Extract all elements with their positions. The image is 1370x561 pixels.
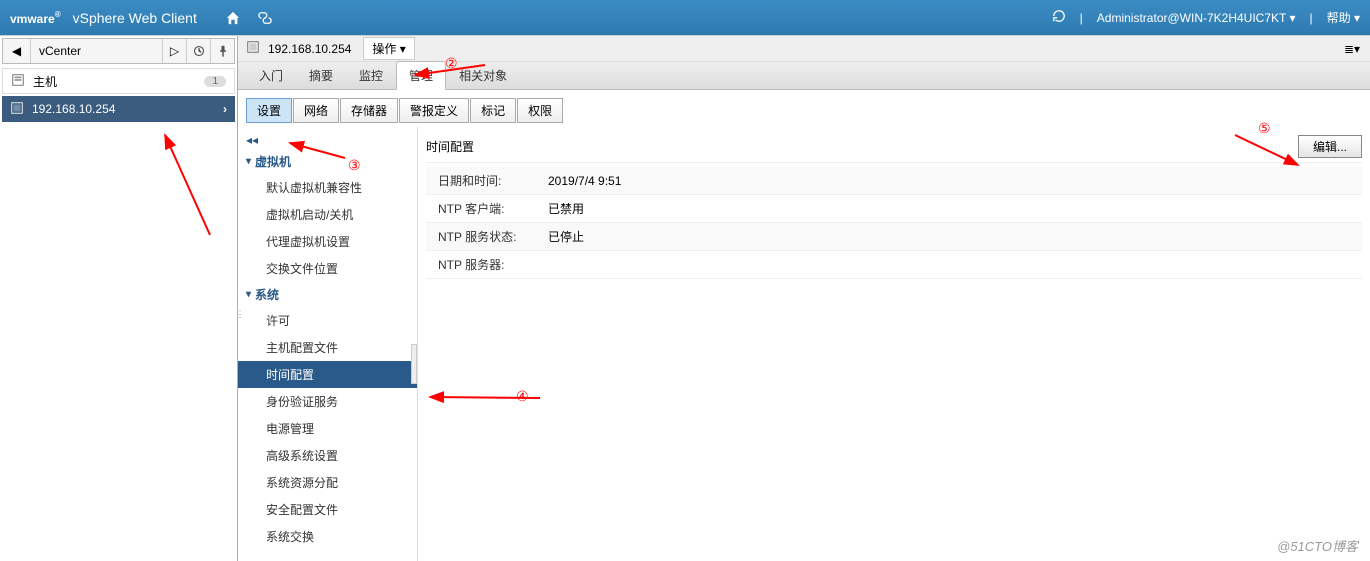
annotation-3: ③ [348, 157, 361, 174]
settings-panel: ◂◂ ▾虚拟机 默认虚拟机兼容性 虚拟机启动/关机 代理虚拟机设置 交换文件位置… [238, 127, 1370, 561]
refresh-icon[interactable] [1052, 9, 1066, 26]
help-menu[interactable]: 帮助 ▾ [1327, 9, 1360, 26]
arrow-down-icon: ▾ [246, 156, 251, 167]
nav-resource-alloc[interactable]: 系统资源分配 [238, 469, 417, 496]
nav-startup[interactable]: 虚拟机启动/关机 [238, 201, 417, 228]
link-icon[interactable] [253, 6, 277, 30]
vmware-logo: vmware® [10, 10, 69, 26]
table-row: 日期和时间: 2019/7/4 9:51 [426, 167, 1362, 195]
navigator-bar: ◀ vCenter ▷ [2, 38, 235, 64]
content-host-ip: 192.168.10.254 [268, 42, 351, 56]
subtab-settings[interactable]: 设置 [246, 98, 292, 123]
sidebar-resize-handle[interactable]: ⋮ [236, 309, 244, 321]
nav-auth-services[interactable]: 身份验证服务 [238, 388, 417, 415]
detail-pane: 时间配置 编辑... 日期和时间: 2019/7/4 9:51 NTP 客户端:… [418, 127, 1370, 561]
annotation-5: ⑤ [1258, 120, 1271, 137]
separator: | [1080, 11, 1083, 25]
table-row: NTP 服务器: [426, 251, 1362, 279]
detail-header: 时间配置 编辑... [426, 131, 1362, 163]
table-row: NTP 服务状态: 已停止 [426, 223, 1362, 251]
arrow-down-icon: ▾ [246, 289, 251, 300]
ntp-client-label: NTP 客户端: [426, 195, 536, 223]
content-header: 192.168.10.254 操作 ▾ ≣▾ [238, 36, 1370, 62]
resize-handle[interactable] [411, 344, 417, 384]
chevron-right-icon: › [223, 102, 227, 116]
tab-monitor[interactable]: 监控 [346, 61, 396, 89]
guide-icon[interactable]: ≣▾ [1342, 39, 1362, 59]
pin-icon[interactable] [210, 39, 234, 63]
subtab-permissions[interactable]: 权限 [517, 98, 563, 123]
annotation-2: ② [445, 55, 458, 72]
ntp-status-value: 已停止 [536, 223, 1362, 251]
separator: | [1310, 11, 1313, 25]
trademark-icon: ® [55, 10, 61, 19]
edit-button[interactable]: 编辑... [1298, 135, 1362, 158]
navigator-context[interactable]: vCenter [31, 44, 162, 58]
nav-time-config[interactable]: 时间配置 [238, 361, 417, 388]
nav-system-swap[interactable]: 系统交换 [238, 523, 417, 550]
user-menu[interactable]: Administrator@WIN-7K2H4UIC7KT ▾ [1097, 11, 1296, 25]
actions-dropdown[interactable]: 操作 ▾ [363, 37, 414, 60]
annotation-4: ④ [516, 388, 529, 405]
hosts-item[interactable]: 主机 1 [2, 68, 235, 94]
subtab-alarm[interactable]: 警报定义 [399, 98, 469, 123]
nav-agent[interactable]: 代理虚拟机设置 [238, 228, 417, 255]
detail-title: 时间配置 [426, 138, 474, 155]
host-count-badge: 1 [204, 76, 226, 87]
home-icon[interactable] [221, 6, 245, 30]
left-sidebar: ◀ vCenter ▷ 主机 1 192.168.10.254 › [0, 36, 238, 561]
host-ip-label: 192.168.10.254 [32, 102, 115, 116]
product-name: vSphere Web Client [73, 10, 197, 26]
forward-button[interactable]: ▷ [162, 39, 186, 63]
tab-manage[interactable]: 管理 [396, 61, 446, 90]
time-config-table: 日期和时间: 2019/7/4 9:51 NTP 客户端: 已禁用 NTP 服务… [426, 167, 1362, 279]
server-icon [10, 101, 26, 118]
ntp-status-label: NTP 服务状态: [426, 223, 536, 251]
table-row: NTP 客户端: 已禁用 [426, 195, 1362, 223]
subtab-tags[interactable]: 标记 [470, 98, 516, 123]
subtab-networking[interactable]: 网络 [293, 98, 339, 123]
header-right: | Administrator@WIN-7K2H4UIC7KT ▾ | 帮助 ▾ [1052, 9, 1360, 26]
sub-tabs: 设置 网络 存储器 警报定义 标记 权限 [238, 90, 1370, 127]
ntp-servers-label: NTP 服务器: [426, 251, 536, 279]
app-header: vmware® vSphere Web Client | Administrat… [0, 0, 1370, 35]
nav-default-compat[interactable]: 默认虚拟机兼容性 [238, 174, 417, 201]
server-icon [246, 40, 262, 57]
main-tabs: 入门 摘要 监控 管理 相关对象 [238, 62, 1370, 90]
collapse-icon[interactable]: ◂◂ [238, 131, 417, 149]
tab-summary[interactable]: 摘要 [296, 61, 346, 89]
history-icon[interactable] [186, 39, 210, 63]
nav-power-mgmt[interactable]: 电源管理 [238, 415, 417, 442]
nav-group-system[interactable]: ▾系统 [238, 282, 417, 307]
nav-group-vm[interactable]: ▾虚拟机 [238, 149, 417, 174]
watermark: @51CTO博客 [1277, 536, 1358, 555]
nav-advanced[interactable]: 高级系统设置 [238, 442, 417, 469]
nav-swap[interactable]: 交换文件位置 [238, 255, 417, 282]
nav-host-profile[interactable]: 主机配置文件 [238, 334, 417, 361]
tab-getting-started[interactable]: 入门 [246, 61, 296, 89]
datetime-value: 2019/7/4 9:51 [536, 167, 1362, 195]
content-area: 192.168.10.254 操作 ▾ ≣▾ 入门 摘要 监控 管理 相关对象 … [238, 36, 1370, 561]
subtab-storage[interactable]: 存储器 [340, 98, 398, 123]
ntp-servers-value [536, 251, 1362, 279]
hosts-label: 主机 [33, 73, 57, 90]
selected-host-item[interactable]: 192.168.10.254 › [2, 96, 235, 122]
datetime-label: 日期和时间: [426, 167, 536, 195]
ntp-client-value: 已禁用 [536, 195, 1362, 223]
main-container: ◀ vCenter ▷ 主机 1 192.168.10.254 › [0, 35, 1370, 561]
back-button[interactable]: ◀ [3, 39, 31, 63]
settings-nav: ◂◂ ▾虚拟机 默认虚拟机兼容性 虚拟机启动/关机 代理虚拟机设置 交换文件位置… [238, 127, 418, 561]
host-icon [11, 73, 27, 90]
nav-licensing[interactable]: 许可 [238, 307, 417, 334]
nav-security-profile[interactable]: 安全配置文件 [238, 496, 417, 523]
